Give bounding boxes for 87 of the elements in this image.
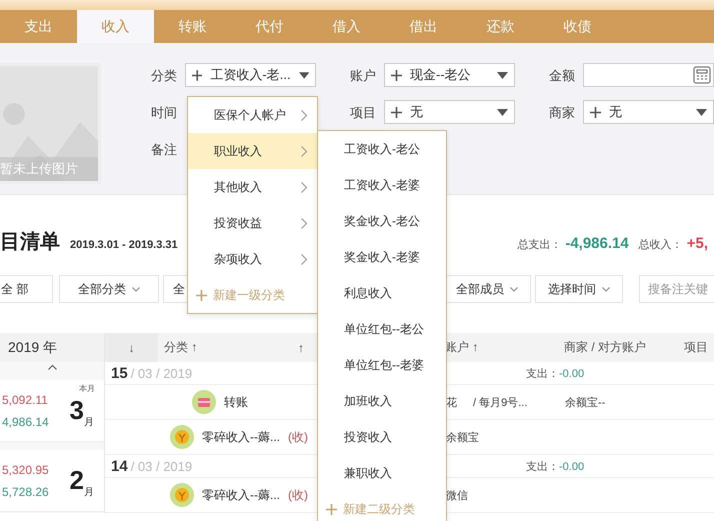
filter-button[interactable]: 全 部 bbox=[0, 275, 53, 303]
plus-icon bbox=[192, 70, 202, 80]
date-day: 14 bbox=[111, 458, 128, 474]
total-label: 总收入： bbox=[638, 238, 683, 252]
day-summary: 支出：-0.00 bbox=[526, 460, 584, 474]
menu-item[interactable]: 投资收入 bbox=[318, 419, 446, 455]
select-field[interactable]: 无 bbox=[384, 100, 515, 124]
menu-item[interactable]: 其他收入 bbox=[188, 169, 317, 205]
chevron-right-icon bbox=[301, 146, 307, 156]
month-unit: 月 bbox=[84, 416, 94, 429]
chevron-right-icon bbox=[301, 254, 307, 264]
column-header[interactable]: ↓ bbox=[105, 333, 158, 362]
day-summary: 支出：-0.00 bbox=[526, 366, 584, 380]
income-tag: (收) bbox=[288, 486, 308, 504]
menu-item[interactable]: 兼职收入 bbox=[318, 455, 446, 491]
menu-item[interactable]: 利息收入 bbox=[318, 275, 446, 311]
select-field[interactable]: 无 bbox=[583, 100, 714, 124]
menu-item[interactable]: 职业收入 bbox=[188, 133, 317, 169]
category-text: 零碎收入--薅... bbox=[202, 428, 280, 446]
chevron-right-icon bbox=[301, 218, 307, 228]
month-expense: 4,986.14 bbox=[2, 414, 50, 428]
field-label: 备注 bbox=[151, 141, 178, 159]
field-label: 时间 bbox=[151, 104, 178, 122]
plus-icon bbox=[196, 290, 207, 300]
list-title: 目清单 bbox=[0, 230, 60, 255]
wallet-icon bbox=[192, 390, 216, 414]
account-text: 花 / 每月9号... bbox=[445, 396, 528, 410]
calculator-icon[interactable] bbox=[693, 66, 711, 84]
menu-item[interactable]: 医保个人帐户 bbox=[188, 97, 317, 133]
plus-icon bbox=[391, 70, 402, 80]
filter-button[interactable]: 选择时间 bbox=[535, 275, 623, 303]
total-value: -4,986.14 bbox=[565, 235, 629, 252]
dropdown-arrow-icon bbox=[497, 108, 508, 116]
chevron-right-icon bbox=[301, 110, 307, 120]
field-label: 金额 bbox=[549, 67, 576, 85]
month-income: 5,320.95 bbox=[2, 462, 50, 476]
dropdown-arrow-icon bbox=[497, 72, 508, 78]
field-label: 项目 bbox=[350, 104, 377, 122]
menu-item[interactable]: 杂项收入 bbox=[188, 241, 317, 277]
menu-item[interactable]: 奖金收入-老婆 bbox=[318, 239, 446, 275]
dropdown-arrow-icon bbox=[696, 108, 707, 116]
year-label: 2019 年 bbox=[0, 333, 104, 362]
chevron-right-icon bbox=[301, 182, 307, 192]
total-label: 总支出： bbox=[517, 238, 562, 252]
menu-item[interactable]: 单位红包--老婆 bbox=[318, 347, 446, 383]
column-header[interactable]: 分类 ↑ bbox=[158, 333, 268, 362]
menu-item[interactable]: 奖金收入-老公 bbox=[318, 203, 446, 239]
menu-item[interactable]: 投资收益 bbox=[188, 205, 317, 241]
merchant-text: 余额宝-- bbox=[564, 396, 606, 410]
month-number: 2 bbox=[70, 465, 84, 496]
coin-icon bbox=[170, 483, 194, 507]
total-value: +5, bbox=[686, 235, 708, 252]
field-label: 分类 bbox=[151, 67, 178, 85]
plus-icon bbox=[590, 106, 601, 118]
account-text: 微信 bbox=[445, 488, 469, 502]
date-day: 15 bbox=[111, 364, 128, 382]
plus-icon bbox=[326, 504, 337, 514]
photo-caption: 暂未上传图片 bbox=[0, 157, 98, 181]
date-range: 2019.3.01 - 2019.3.31 bbox=[70, 239, 178, 251]
account-text: 余额宝 bbox=[445, 430, 480, 444]
filter-button[interactable]: 全部分类 bbox=[59, 275, 159, 303]
category-text: 零碎收入--薅... bbox=[202, 486, 280, 504]
income-tag: (收) bbox=[288, 428, 308, 446]
coin-icon bbox=[170, 425, 194, 449]
column-header[interactable]: ↑ bbox=[268, 333, 310, 362]
menu-item[interactable]: 单位红包--老公 bbox=[318, 311, 446, 347]
month-expense: 5,728.26 bbox=[2, 484, 50, 498]
field-label: 账户 bbox=[350, 67, 377, 85]
date-month-year: / 03 / 2019 bbox=[130, 458, 192, 474]
month-income: 5,092.11 bbox=[2, 392, 49, 406]
current-month-label: 本月 bbox=[79, 383, 95, 394]
plus-icon bbox=[391, 106, 402, 118]
category-text: 转账 bbox=[224, 394, 248, 410]
search-field[interactable]: 搜备注关键 bbox=[639, 275, 714, 303]
month-unit: 月 bbox=[84, 486, 94, 499]
column-header[interactable]: 项目 bbox=[678, 333, 714, 362]
column-header[interactable]: 商家 / 对方账户 bbox=[558, 333, 678, 362]
amount-field[interactable] bbox=[583, 63, 714, 87]
field-label: 商家 bbox=[549, 104, 576, 122]
select-field[interactable]: 工资收入-老... bbox=[185, 63, 316, 87]
menu-item[interactable]: 工资收入-老婆 bbox=[318, 167, 446, 203]
menu-item[interactable]: 工资收入-老公 bbox=[318, 131, 446, 167]
dropdown-arrow-icon bbox=[298, 72, 309, 78]
select-field[interactable]: 现金--老公 bbox=[384, 63, 515, 87]
menu-item[interactable]: 加班收入 bbox=[318, 383, 446, 419]
date-month-year: / 03 / 2019 bbox=[130, 366, 192, 380]
month-number: 3 bbox=[70, 395, 84, 426]
